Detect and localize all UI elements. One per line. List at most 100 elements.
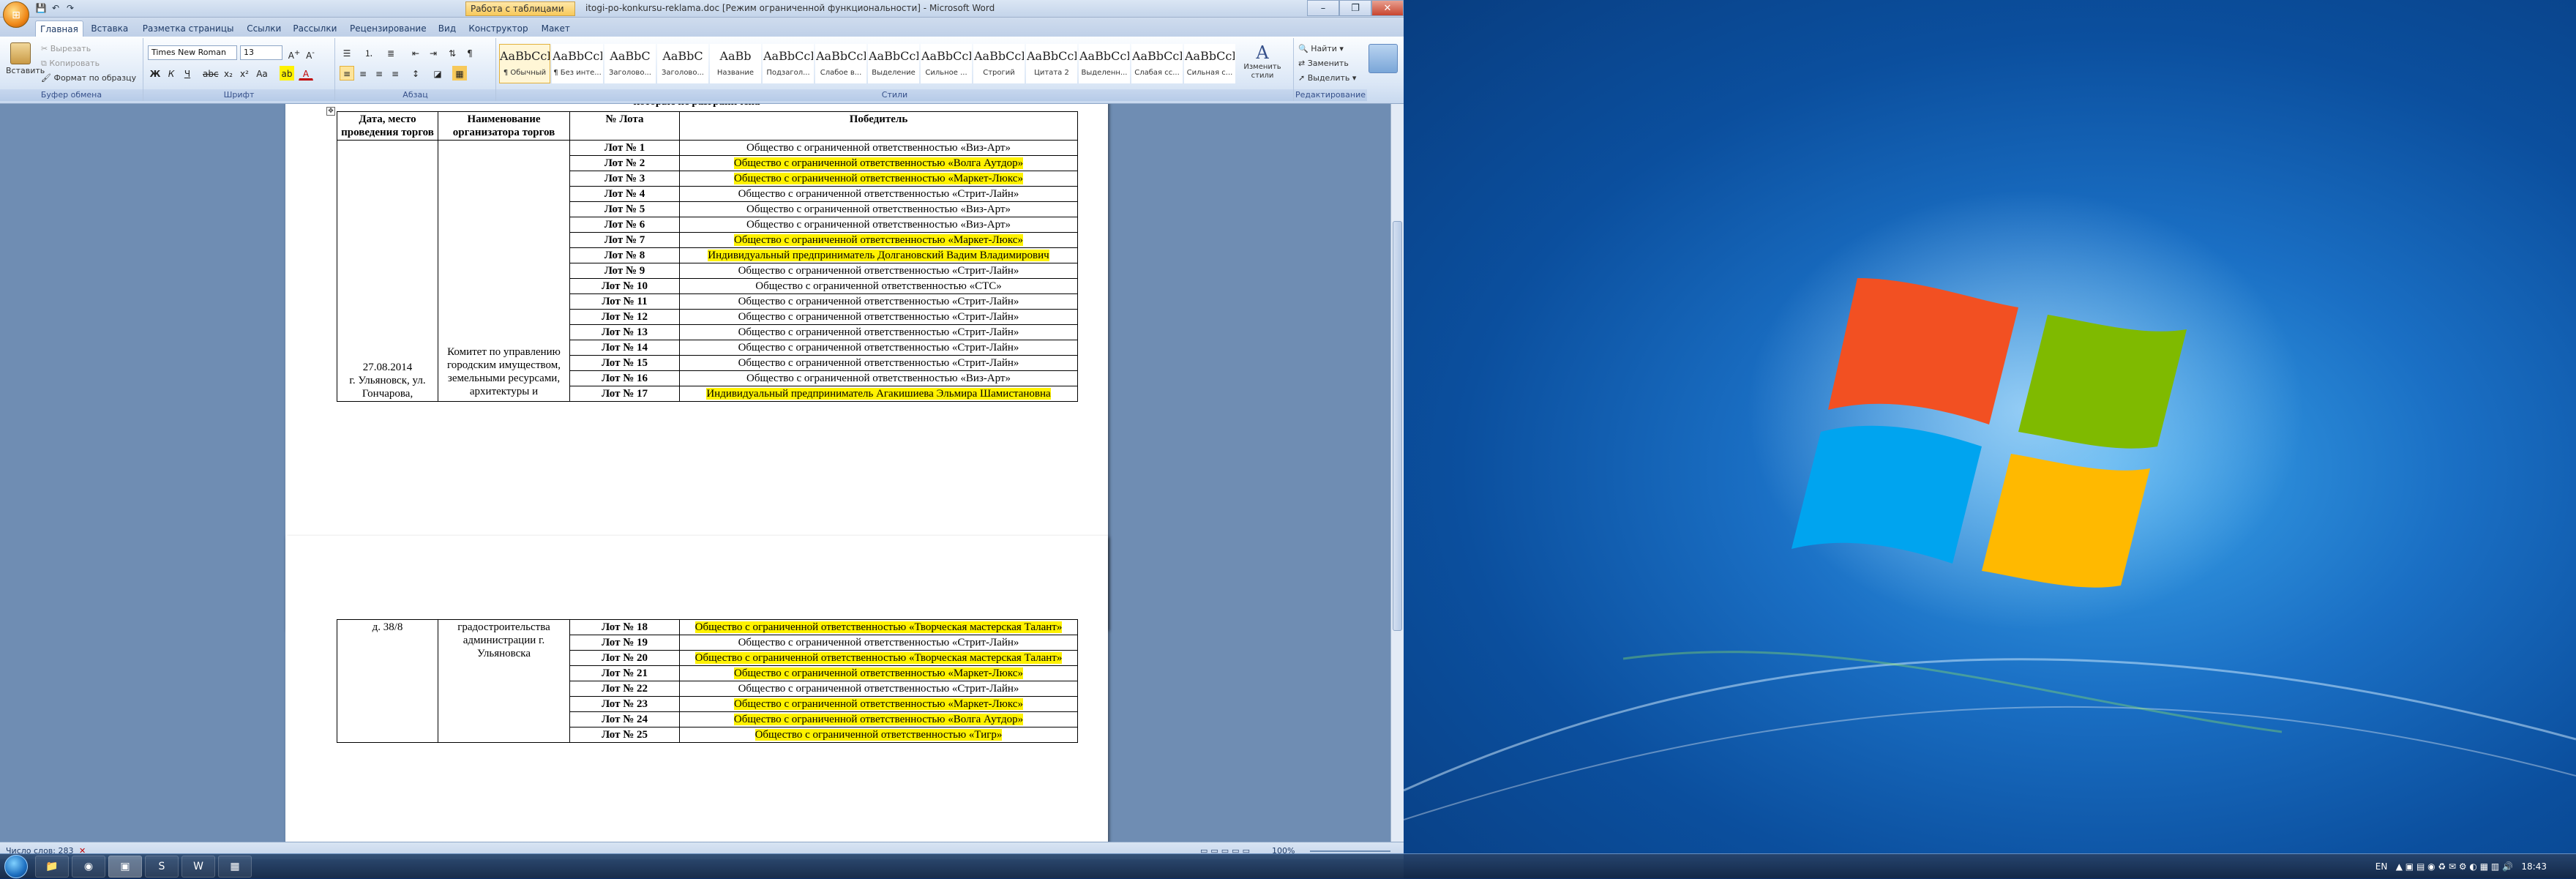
bullets-icon[interactable]: ☰	[340, 45, 354, 60]
superscript-button[interactable]: x²	[237, 66, 252, 81]
align-left-icon[interactable]: ≡	[340, 66, 354, 81]
borders-icon[interactable]: ▦	[452, 66, 467, 81]
tab-6[interactable]: Вид	[434, 20, 460, 37]
change-styles-button[interactable]: A Изменить стили	[1237, 42, 1288, 81]
maximize-button[interactable]: ❐	[1339, 0, 1371, 16]
start-button[interactable]	[4, 855, 28, 878]
decrease-indent-icon[interactable]: ⇤	[408, 45, 423, 60]
style-item[interactable]: AaBb Название	[710, 44, 761, 83]
paste-button[interactable]: Вставить	[6, 42, 45, 75]
lot-cell: Лот № 21	[569, 665, 680, 681]
document-area[interactable]: которые не разграничена ✥ Дата, место пр…	[0, 104, 1390, 842]
lot-cell: Лот № 3	[569, 171, 680, 187]
tab-0[interactable]: Главная	[35, 20, 83, 37]
explorer-icon[interactable]: 📁	[35, 856, 69, 878]
word-icon[interactable]: W	[181, 856, 215, 878]
find-button[interactable]: 🔍 Найти ▾	[1298, 42, 1344, 56]
tab-3[interactable]: Ссылки	[242, 20, 285, 37]
italic-button[interactable]: К	[164, 66, 179, 81]
close-button[interactable]: ✕	[1371, 0, 1404, 16]
winner-cell: Общество с ограниченной ответственностью…	[679, 324, 1078, 340]
scroll-thumb[interactable]	[1393, 221, 1402, 631]
bold-button[interactable]: Ж	[148, 66, 162, 81]
chrome-icon[interactable]: ◉	[72, 856, 105, 878]
language-indicator[interactable]: EN	[2375, 861, 2388, 872]
clock[interactable]: 18:43	[2521, 861, 2547, 872]
format-painter-button[interactable]: 🖌 Формат по образцу	[41, 72, 136, 85]
tab-5[interactable]: Рецензирование	[345, 20, 431, 37]
tab-8[interactable]: Макет	[537, 20, 574, 37]
change-case-button[interactable]: Aa	[255, 66, 269, 81]
lot-cell: Лот № 7	[569, 232, 680, 248]
winner-cell: Индивидуальный предприниматель Долгановс…	[679, 247, 1078, 263]
style-item[interactable]: AaBbCcI Подзагол...	[763, 44, 814, 83]
sort-icon[interactable]: ⇅	[445, 45, 460, 60]
subscript-button[interactable]: x₂	[221, 66, 236, 81]
font-size-combo[interactable]: 13	[240, 45, 282, 60]
style-item[interactable]: AaBbCcDc ¶ Без инте...	[552, 44, 603, 83]
office-button[interactable]: ⊞	[3, 1, 29, 28]
align-center-icon[interactable]: ≡	[356, 66, 370, 81]
font-color-icon[interactable]: A	[299, 66, 313, 81]
window-title: itogi-po-konkursu-reklama.doc [Режим огр…	[585, 3, 995, 13]
minimize-button[interactable]: –	[1307, 0, 1339, 16]
style-item[interactable]: AaBbCcDc Цитата 2	[1026, 44, 1077, 83]
tray-icons[interactable]: ▲ ▣ ▤ ◉ ♻ ✉ ⚙ ◐ ▦ ▥ 🔊	[2396, 861, 2513, 872]
editing-group: 🔍 Найти ▾ ⇄ Заменить ➚ Выделить ▾ Редакт…	[1294, 38, 1367, 101]
style-item[interactable]: AaBbCcDc ¶ Обычный	[499, 44, 550, 83]
font-name-combo[interactable]: Times New Roman	[148, 45, 237, 60]
winner-text: Общество с ограниченной ответственностью…	[755, 280, 1002, 292]
increase-indent-icon[interactable]: ⇥	[426, 45, 441, 60]
context-tab-table-tools[interactable]: Работа с таблицами	[465, 1, 575, 16]
line-spacing-icon[interactable]: ↕	[408, 66, 423, 81]
style-item[interactable]: AaBbCcDc Слабое в...	[815, 44, 866, 83]
underline-button[interactable]: Ч	[180, 66, 195, 81]
grow-font-button[interactable]: A+	[287, 45, 302, 61]
style-name: Строгий	[983, 69, 1015, 77]
numbering-icon[interactable]: ⒈	[362, 45, 376, 60]
tab-1[interactable]: Вставка	[86, 20, 132, 37]
tab-2[interactable]: Разметка страницы	[138, 20, 239, 37]
strikethrough-button[interactable]: abc	[202, 66, 219, 81]
save-icon[interactable]: 💾	[35, 2, 47, 14]
copy-button[interactable]: ⧉ Копировать	[41, 57, 100, 70]
style-item[interactable]: AaBbCcDc Слабая сс...	[1131, 44, 1183, 83]
table-move-handle-icon[interactable]: ✥	[326, 107, 335, 116]
style-item[interactable]: AaBbCcDc Сильное ...	[921, 44, 972, 83]
style-item[interactable]: AaBbC Заголово...	[657, 44, 708, 83]
skype-icon[interactable]: S	[145, 856, 179, 878]
justify-icon[interactable]: ≡	[388, 66, 402, 81]
app-icon[interactable]	[1368, 44, 1398, 73]
shading-icon[interactable]: ◪	[430, 66, 445, 81]
vertical-scrollbar[interactable]	[1390, 104, 1404, 842]
style-item[interactable]: AaBbCcDc Сильная с...	[1184, 44, 1235, 83]
format-painter-label: Формат по образцу	[53, 73, 137, 83]
style-item[interactable]: AaBbCcDc Выделение	[868, 44, 919, 83]
multilevel-list-icon[interactable]: ≣	[383, 45, 398, 60]
shrink-font-button[interactable]: A-	[303, 45, 318, 61]
undo-icon[interactable]: ↶	[50, 2, 61, 14]
highlight-icon[interactable]: ab	[280, 66, 294, 81]
results-table-page-1: Дата, место проведения торгов Наименован…	[337, 111, 1078, 402]
select-button[interactable]: ➚ Выделить ▾	[1298, 72, 1356, 85]
tab-7[interactable]: Конструктор	[464, 20, 532, 37]
cut-button[interactable]: ✂ Вырезать	[41, 42, 91, 56]
app-icon[interactable]: ▦	[218, 856, 252, 878]
lot-cell: Лот № 6	[569, 217, 680, 233]
style-item[interactable]: AaBbCcDc Строгий	[973, 44, 1025, 83]
pilcrow-icon[interactable]: ¶	[463, 45, 477, 60]
align-right-icon[interactable]: ≡	[372, 66, 386, 81]
replace-button[interactable]: ⇄ Заменить	[1298, 57, 1349, 70]
tab-4[interactable]: Рассылки	[288, 20, 341, 37]
winner-cell: Общество с ограниченной ответственностью…	[679, 665, 1078, 681]
change-styles-label: Изменить стили	[1243, 63, 1281, 80]
editing-group-label: Редактирование	[1294, 89, 1367, 101]
zoom-slider[interactable]	[1310, 850, 1390, 852]
word-window[interactable]: ▣	[108, 856, 142, 878]
style-item[interactable]: AaBbC Заголово...	[604, 44, 656, 83]
desktop	[1404, 0, 2576, 853]
style-item[interactable]: AaBbCcDc Выделенн...	[1079, 44, 1130, 83]
style-name: Слабое в...	[820, 69, 862, 77]
winner-text: Общество с ограниченной ответственностью…	[738, 637, 1019, 648]
redo-icon[interactable]: ↷	[64, 2, 76, 14]
